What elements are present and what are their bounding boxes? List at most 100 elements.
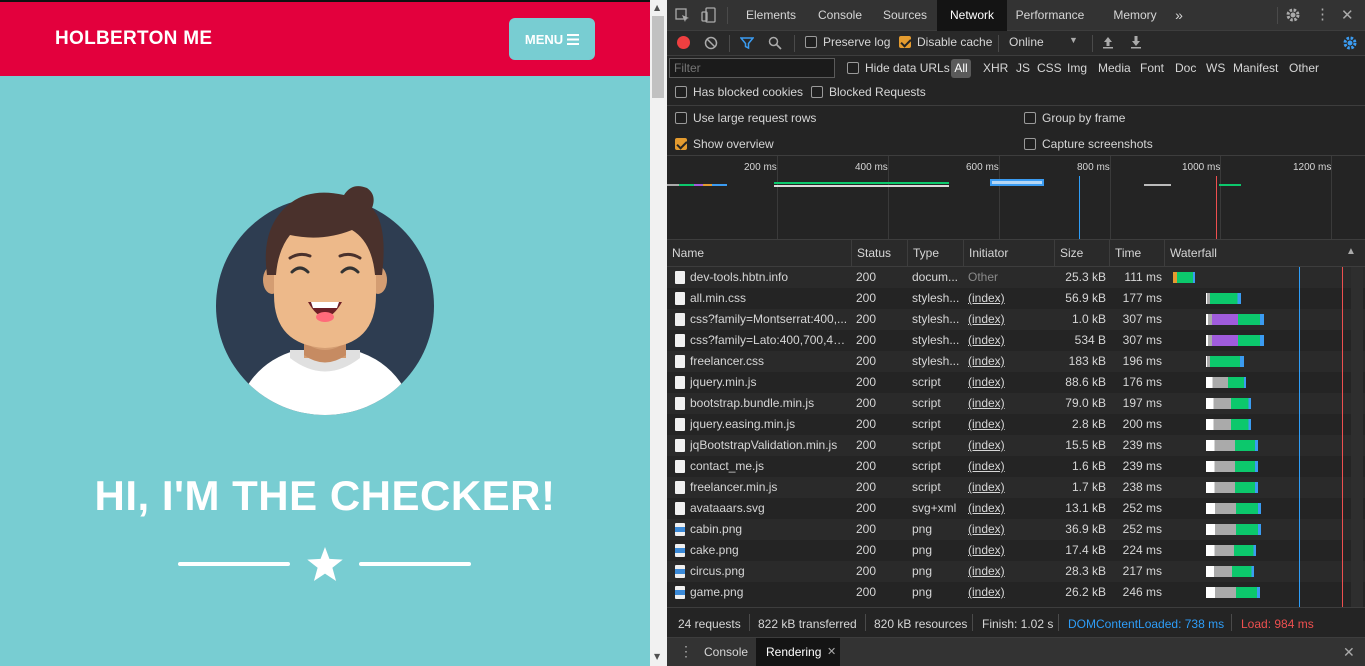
close-tab-icon[interactable]: ✕ bbox=[827, 645, 836, 658]
filter-type-doc[interactable]: Doc bbox=[1175, 61, 1196, 75]
filter-type-img[interactable]: Img bbox=[1067, 61, 1087, 75]
request-initiator[interactable]: (index) bbox=[968, 540, 1054, 561]
inspect-element-icon[interactable] bbox=[675, 8, 690, 23]
request-row[interactable]: circus.png 200 png (index) 28.3 kB 217 ms bbox=[667, 561, 1365, 582]
clear-icon[interactable] bbox=[704, 36, 718, 50]
filter-type-css[interactable]: CSS bbox=[1037, 61, 1062, 75]
chevron-down-icon[interactable]: ▼ bbox=[1069, 35, 1078, 45]
drawer-menu-icon[interactable]: ⋮ bbox=[679, 643, 693, 660]
filter-funnel-icon[interactable] bbox=[740, 36, 754, 50]
viewport-scrollbar[interactable]: ▲ ▼ bbox=[650, 0, 667, 666]
tab-performance[interactable]: Performance bbox=[1007, 0, 1093, 31]
column-name[interactable]: Name bbox=[667, 240, 852, 267]
request-row[interactable]: contact_me.js 200 script (index) 1.6 kB 239 m… bbox=[667, 456, 1365, 477]
throttling-select[interactable]: Online bbox=[1009, 35, 1044, 49]
filter-type-font[interactable]: Font bbox=[1140, 61, 1164, 75]
filter-type-manifest[interactable]: Manifest bbox=[1233, 61, 1278, 75]
request-row[interactable]: game.png 200 png (index) 26.2 kB 246 ms bbox=[667, 582, 1365, 603]
request-row[interactable]: freelancer.css 200 stylesh... (index) 183 kB… bbox=[667, 351, 1365, 372]
filter-type-media[interactable]: Media bbox=[1098, 61, 1131, 75]
column-time[interactable]: Time bbox=[1110, 240, 1165, 267]
large-rows-checkbox[interactable] bbox=[675, 112, 687, 124]
column-initiator[interactable]: Initiator bbox=[964, 240, 1055, 267]
more-tabs-button[interactable]: » bbox=[1171, 0, 1187, 31]
capture-screenshots-checkbox[interactable] bbox=[1024, 138, 1036, 150]
overview-bar bbox=[667, 184, 727, 186]
request-row[interactable]: jqBootstrapValidation.min.js 200 script (in… bbox=[667, 435, 1365, 456]
column-status[interactable]: Status bbox=[852, 240, 908, 267]
request-row[interactable]: avataaars.svg 200 svg+xml (index) 13.1 kB 252… bbox=[667, 498, 1365, 519]
request-initiator[interactable]: (index) bbox=[968, 351, 1054, 372]
show-overview-checkbox[interactable] bbox=[675, 138, 687, 150]
more-options-icon[interactable]: ⋮ bbox=[1315, 5, 1330, 23]
preserve-log-checkbox[interactable] bbox=[805, 36, 817, 48]
filter-type-js[interactable]: JS bbox=[1016, 61, 1030, 75]
request-initiator[interactable]: (index) bbox=[968, 456, 1054, 477]
waterfall-download-segment bbox=[1232, 566, 1254, 577]
request-row[interactable]: all.min.css 200 stylesh... (index) 56.9 kB 17… bbox=[667, 288, 1365, 309]
request-initiator[interactable]: (index) bbox=[968, 372, 1054, 393]
tab-elements[interactable]: Elements bbox=[737, 0, 805, 31]
disable-cache-checkbox[interactable] bbox=[899, 36, 911, 48]
request-row[interactable]: bootstrap.bundle.min.js 200 script (index) 7… bbox=[667, 393, 1365, 414]
search-icon[interactable] bbox=[768, 36, 782, 50]
drawer-tab-rendering[interactable]: Rendering bbox=[766, 645, 821, 659]
request-initiator[interactable]: (index) bbox=[968, 477, 1054, 498]
close-drawer-icon[interactable]: ✕ bbox=[1343, 644, 1355, 661]
tab-network[interactable]: Network bbox=[937, 0, 1007, 31]
request-initiator[interactable]: (index) bbox=[968, 582, 1054, 603]
waterfall-queue-segment bbox=[1206, 398, 1231, 409]
request-initiator[interactable]: (index) bbox=[968, 288, 1054, 309]
group-by-frame-checkbox[interactable] bbox=[1024, 112, 1036, 124]
filter-type-ws[interactable]: WS bbox=[1206, 61, 1225, 75]
request-row[interactable]: freelancer.min.js 200 script (index) 1.7 kB 2… bbox=[667, 477, 1365, 498]
settings-gear-icon[interactable] bbox=[1285, 7, 1301, 23]
request-table-scrollbar[interactable] bbox=[1351, 267, 1363, 607]
request-initiator[interactable]: (index) bbox=[968, 330, 1054, 351]
scroll-down-arrow-icon[interactable]: ▼ bbox=[654, 652, 660, 661]
has-blocked-cookies-checkbox[interactable] bbox=[675, 86, 687, 98]
request-initiator[interactable]: (index) bbox=[968, 393, 1054, 414]
hide-data-urls-checkbox[interactable] bbox=[847, 62, 859, 74]
network-overview[interactable]: 200 ms 400 ms 600 ms 800 ms 1000 ms 1200… bbox=[667, 156, 1365, 240]
request-row[interactable]: dev-tools.hbtn.info 200 docum... Other 25.3 … bbox=[667, 267, 1365, 288]
request-initiator[interactable]: (index) bbox=[968, 435, 1054, 456]
site-brand[interactable]: HOLBERTON ME bbox=[55, 28, 212, 50]
record-icon[interactable] bbox=[677, 36, 690, 49]
request-row[interactable]: cake.png 200 png (index) 17.4 kB 224 ms bbox=[667, 540, 1365, 561]
column-type[interactable]: Type bbox=[908, 240, 964, 267]
file-icon bbox=[675, 460, 685, 473]
import-har-icon[interactable] bbox=[1101, 35, 1115, 49]
tab-memory[interactable]: Memory bbox=[1099, 0, 1171, 31]
request-initiator[interactable]: (index) bbox=[968, 414, 1054, 435]
request-row[interactable]: jquery.min.js 200 script (index) 88.6 kB 176 … bbox=[667, 372, 1365, 393]
scroll-up-arrow-icon[interactable]: ▲ bbox=[654, 3, 660, 12]
request-time: 239 ms bbox=[1122, 459, 1162, 473]
filter-type-xhr[interactable]: XHR bbox=[983, 61, 1008, 75]
request-initiator[interactable]: (index) bbox=[968, 498, 1054, 519]
request-row[interactable]: css?family=Lato:400,700,40... 200 stylesh.… bbox=[667, 330, 1365, 351]
request-row[interactable]: jquery.easing.min.js 200 script (index) 2.8 … bbox=[667, 414, 1365, 435]
request-initiator[interactable]: (index) bbox=[968, 309, 1054, 330]
sort-ascending-icon[interactable]: ▲ bbox=[1346, 246, 1356, 257]
request-row[interactable]: cabin.png 200 png (index) 36.9 kB 252 ms bbox=[667, 519, 1365, 540]
request-initiator[interactable]: (index) bbox=[968, 519, 1054, 540]
column-size[interactable]: Size bbox=[1055, 240, 1110, 267]
filter-type-all[interactable]: All bbox=[951, 59, 971, 78]
menu-button[interactable]: MENU bbox=[509, 18, 595, 60]
request-time: 246 ms bbox=[1122, 585, 1162, 599]
export-har-icon[interactable] bbox=[1129, 35, 1143, 49]
column-waterfall[interactable]: Waterfall bbox=[1165, 240, 1365, 267]
request-row[interactable]: css?family=Montserrat:400,... 200 stylesh.… bbox=[667, 309, 1365, 330]
close-devtools-icon[interactable]: ✕ bbox=[1341, 6, 1354, 24]
tab-sources[interactable]: Sources bbox=[873, 0, 937, 31]
filter-input[interactable] bbox=[669, 58, 835, 78]
device-toolbar-icon[interactable] bbox=[701, 7, 717, 23]
tab-console[interactable]: Console bbox=[807, 0, 873, 31]
blocked-requests-checkbox[interactable] bbox=[811, 86, 823, 98]
request-initiator[interactable]: (index) bbox=[968, 561, 1054, 582]
filter-type-other[interactable]: Other bbox=[1289, 61, 1319, 75]
scrollbar-thumb[interactable] bbox=[652, 16, 664, 98]
network-settings-gear-icon[interactable] bbox=[1342, 35, 1358, 51]
drawer-tab-console[interactable]: Console bbox=[704, 645, 748, 659]
